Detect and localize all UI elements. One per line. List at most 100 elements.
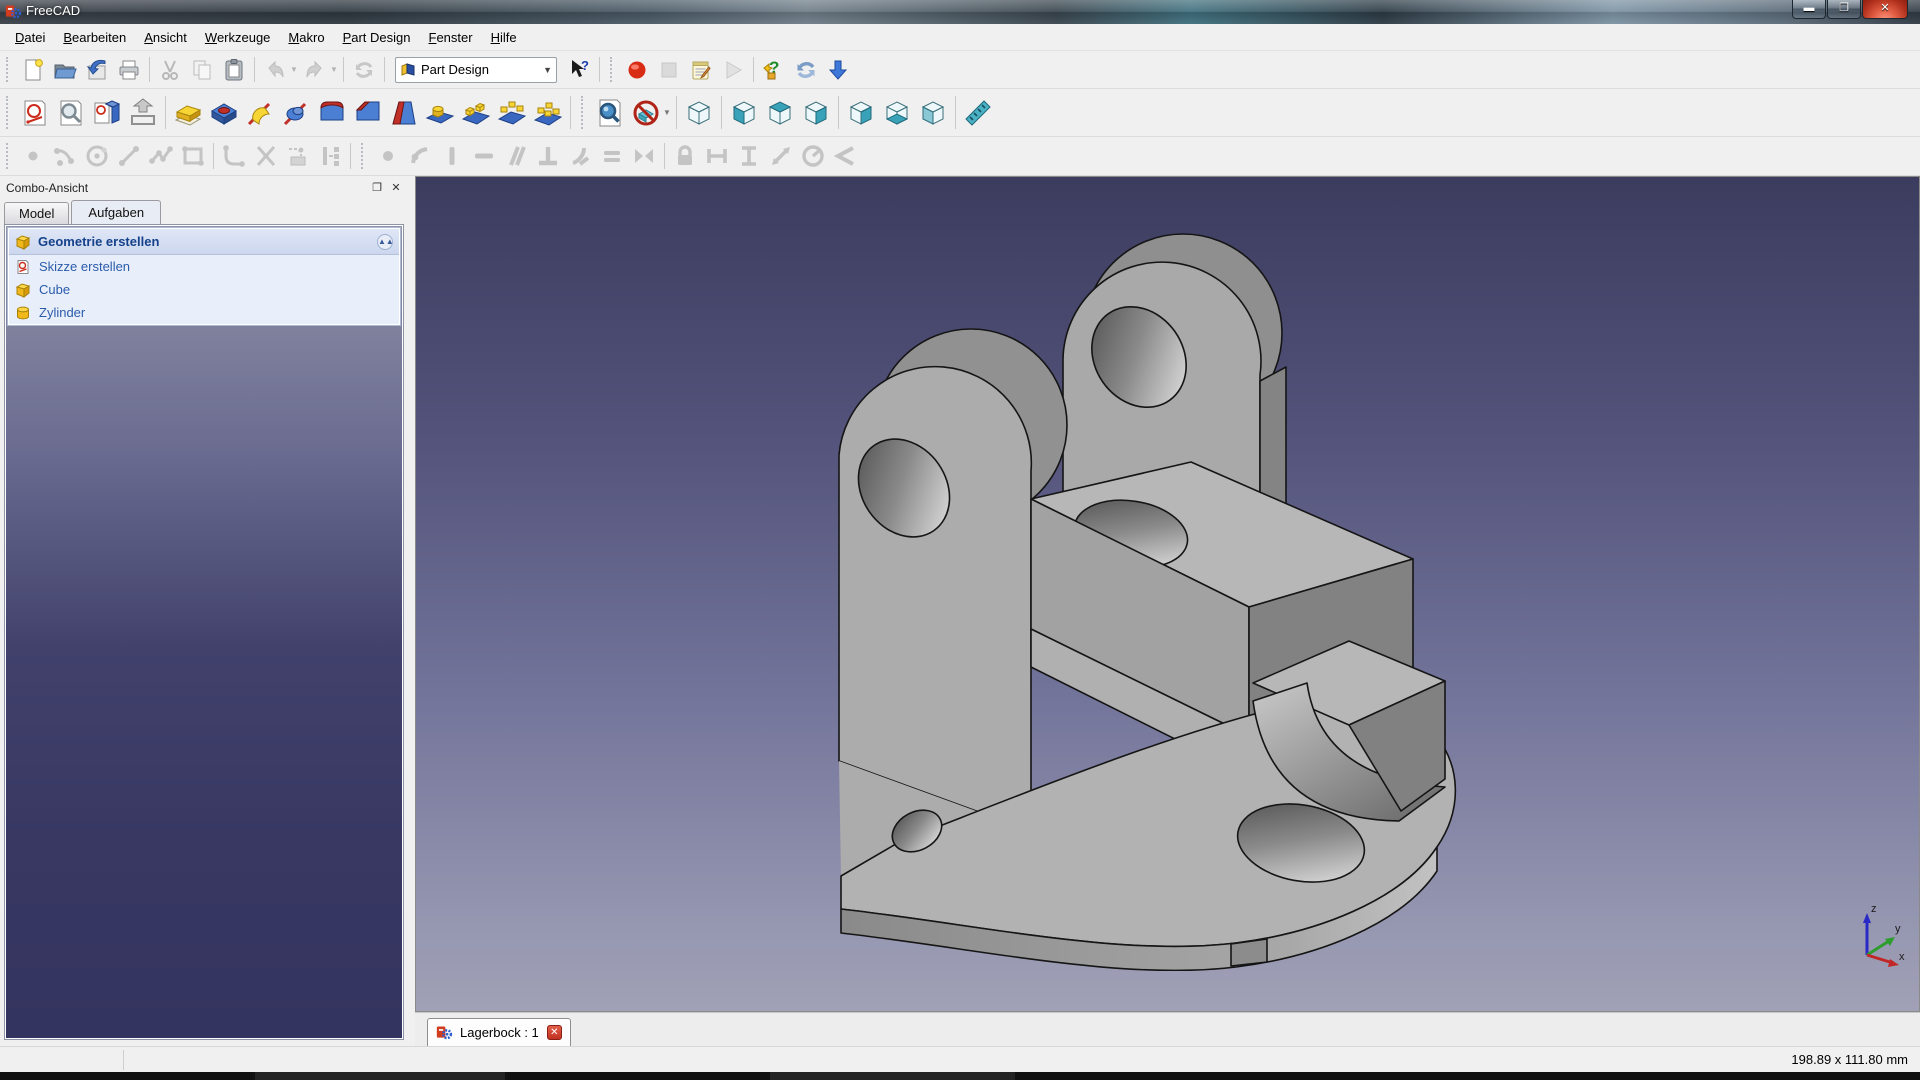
cut-icon: [162, 60, 178, 80]
axonometric-view-icon: [687, 100, 711, 125]
menu-werkzeuge[interactable]: Werkzeuge: [196, 26, 280, 49]
workbench-selector[interactable]: Part Design ▼: [395, 56, 557, 83]
restore-button[interactable]: ❐: [1827, 0, 1861, 19]
constraint-tangent-button: [564, 141, 596, 171]
draw-style-button[interactable]: [628, 94, 664, 132]
download-button[interactable]: [822, 55, 854, 85]
draw-style-dropdown[interactable]: ▼: [662, 108, 672, 117]
float-panel-icon[interactable]: ❐: [369, 180, 385, 195]
menu-part-design[interactable]: Part Design: [334, 26, 420, 49]
menu-bearbeiten[interactable]: Bearbeiten: [54, 26, 135, 49]
whats-this-button[interactable]: ?: [563, 55, 595, 85]
mirrored-button[interactable]: [422, 94, 458, 132]
view-rear-button[interactable]: [843, 94, 879, 132]
new-file-icon: [25, 58, 43, 80]
tab-close-icon[interactable]: ✕: [546, 1025, 562, 1040]
separator: [213, 142, 214, 170]
parallel-icon: [509, 146, 526, 166]
paste-icon: [225, 58, 243, 80]
cut-button: [154, 55, 186, 85]
task-item-zylinder[interactable]: Zylinder: [9, 301, 399, 324]
paste-button[interactable]: [218, 55, 250, 85]
menu-datei[interactable]: Datei: [6, 26, 54, 49]
multi-transform-button[interactable]: [530, 94, 566, 132]
toolbar-handle[interactable]: [581, 96, 589, 129]
sketch-rectangle-button: [177, 141, 209, 171]
toolbar-handle[interactable]: [6, 56, 14, 83]
viewport-3d[interactable]: z y x: [415, 176, 1920, 1012]
close-panel-icon[interactable]: ✕: [388, 180, 404, 195]
model-lagerbock[interactable]: [801, 231, 1481, 971]
toolbar-handle[interactable]: [361, 142, 369, 170]
menu-hilfe[interactable]: Hilfe: [482, 26, 526, 49]
redo-button: [299, 55, 331, 85]
title-bar: FreeCAD ▬ ❐ ✕: [0, 0, 1920, 24]
leave-sketch-button[interactable]: [125, 94, 161, 132]
menu-ansicht[interactable]: Ansicht: [135, 26, 196, 49]
print-button[interactable]: [113, 55, 145, 85]
minimize-button[interactable]: ▬: [1792, 0, 1826, 19]
tangent-icon: [572, 147, 590, 166]
collapse-chevron-icon[interactable]: ▲▲: [377, 233, 394, 250]
view-sketch-button[interactable]: [53, 94, 89, 132]
undo-dropdown: ▼: [290, 65, 298, 74]
tab-model[interactable]: Model: [4, 202, 70, 224]
menu-fenster[interactable]: Fenster: [419, 26, 481, 49]
web-refresh-button[interactable]: [790, 55, 822, 85]
open-button[interactable]: [49, 55, 81, 85]
map-sketch-button[interactable]: [89, 94, 125, 132]
view-left-button[interactable]: [915, 94, 951, 132]
fillet-button[interactable]: [314, 94, 350, 132]
macro-record-button[interactable]: [621, 55, 653, 85]
document-tab-lagerbock[interactable]: Lagerbock : 1 ✕: [427, 1018, 571, 1046]
mdi-area: z y x Lagerbock : 1 ✕: [415, 176, 1920, 1046]
create-sketch-button[interactable]: [17, 94, 53, 132]
construction-mode-icon: [323, 147, 339, 166]
revolution-button[interactable]: [242, 94, 278, 132]
revolution-icon: [247, 102, 271, 125]
linear-pattern-button[interactable]: [458, 94, 494, 132]
task-group-header[interactable]: Geometrie erstellen ▲▲: [9, 229, 399, 255]
view-front-button[interactable]: [726, 94, 762, 132]
task-item-cube[interactable]: Cube: [9, 278, 399, 301]
fit-all-button[interactable]: [592, 94, 628, 132]
toolbar-handle[interactable]: [610, 56, 618, 83]
view-right-button[interactable]: [798, 94, 834, 132]
python-help-button[interactable]: ?: [758, 55, 790, 85]
draft-button[interactable]: [386, 94, 422, 132]
cube-icon: [15, 234, 31, 250]
front-view-icon: [732, 100, 756, 125]
constraint-lock-button: [669, 141, 701, 171]
statusbar-divider: [123, 1050, 124, 1070]
trim-icon: [256, 146, 276, 166]
view-bottom-button[interactable]: [879, 94, 915, 132]
groove-button[interactable]: [278, 94, 314, 132]
close-button[interactable]: ✕: [1862, 0, 1908, 19]
pocket-button[interactable]: [206, 94, 242, 132]
svg-text:?: ?: [581, 58, 589, 73]
menu-makro[interactable]: Makro: [279, 26, 333, 49]
axis-indicator: z y x: [1847, 903, 1909, 969]
save-button[interactable]: [81, 55, 113, 85]
new-button[interactable]: [17, 55, 49, 85]
edit-macro-icon: [692, 61, 711, 79]
rear-view-icon: [849, 100, 873, 125]
tab-aufgaben[interactable]: Aufgaben: [71, 200, 162, 224]
taskbar-edge: [0, 1072, 1920, 1080]
macro-edit-button[interactable]: [685, 55, 717, 85]
redo-dropdown: ▼: [330, 65, 338, 74]
toolbar-handle[interactable]: [6, 96, 14, 129]
distance-icon: [772, 147, 790, 165]
toolbar-handle[interactable]: [6, 142, 14, 170]
pad-button[interactable]: [170, 94, 206, 132]
task-item-skizze[interactable]: Skizze erstellen: [9, 255, 399, 278]
create-sketch-icon: [24, 100, 46, 125]
view-axonometric-button[interactable]: [681, 94, 717, 132]
measure-ruler-icon: [965, 99, 991, 126]
measure-button[interactable]: [960, 94, 996, 132]
external-geometry-icon: [289, 147, 306, 166]
redo-icon: [306, 60, 322, 77]
view-top-button[interactable]: [762, 94, 798, 132]
chamfer-button[interactable]: [350, 94, 386, 132]
polar-pattern-button[interactable]: [494, 94, 530, 132]
